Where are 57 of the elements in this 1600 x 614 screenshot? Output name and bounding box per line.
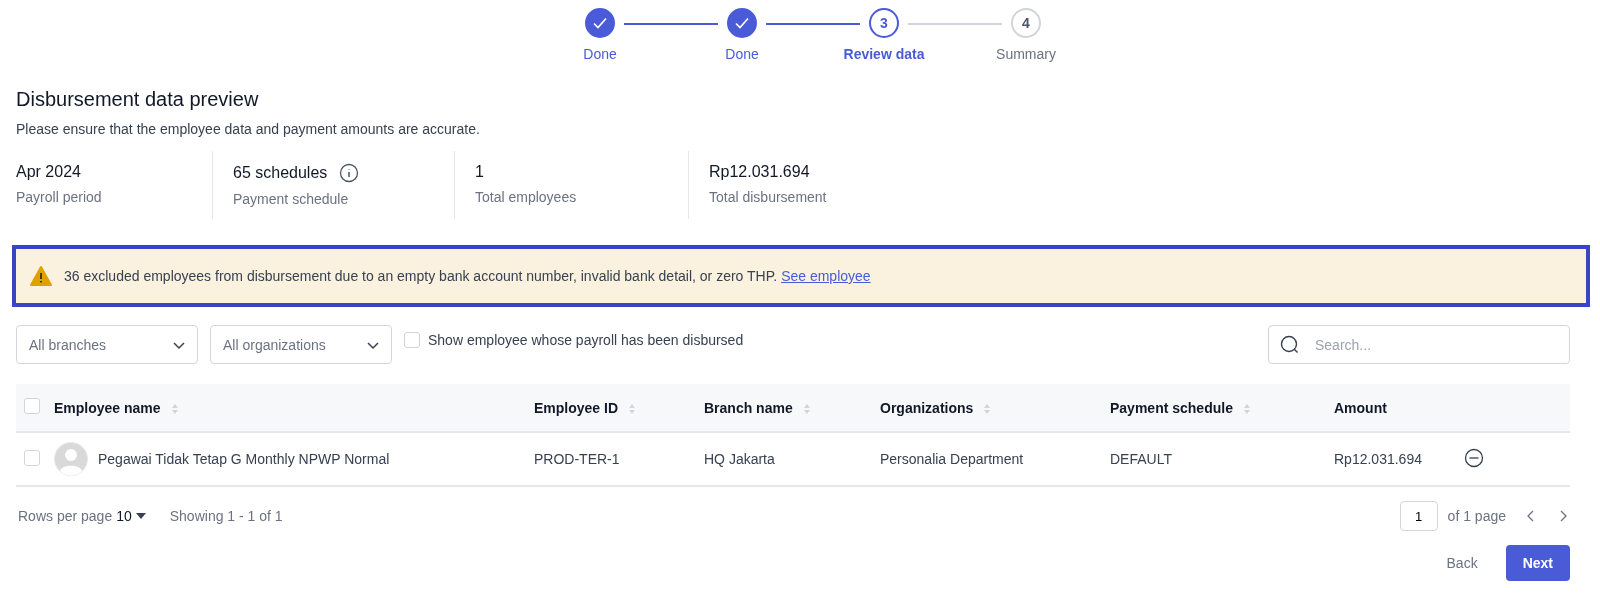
- table-cell: PROD-TER-1: [534, 451, 620, 467]
- info-icon[interactable]: [339, 163, 360, 183]
- table-cell: Personalia Department: [880, 451, 1024, 467]
- search-field[interactable]: Search...: [1268, 325, 1570, 364]
- step-label: Review data: [843, 46, 925, 62]
- step-label: Done: [725, 46, 759, 62]
- column-header: Branch name: [704, 399, 793, 416]
- table-cell: HQ Jakarta: [704, 451, 775, 467]
- rows-per-page-dropdown[interactable]: 10: [116, 508, 146, 524]
- checkbox[interactable]: [404, 331, 420, 348]
- filter-dropdown[interactable]: All branches: [16, 325, 198, 364]
- see-employee-link[interactable]: See employee: [781, 268, 871, 284]
- back-button[interactable]: Back: [1434, 547, 1490, 579]
- search-icon: [1280, 335, 1300, 355]
- stat-value: Rp12.031.694: [709, 163, 810, 181]
- column-header: Organizations: [880, 399, 974, 416]
- page-total: of 1 page: [1447, 508, 1506, 524]
- filter-dropdown[interactable]: All organizations: [210, 325, 392, 364]
- page-title: Disbursement data preview: [16, 88, 260, 111]
- step-label: Summary: [996, 46, 1056, 62]
- stat-label: Payroll period: [16, 189, 103, 205]
- step-marker: 3: [869, 8, 899, 38]
- caret-icon: [135, 513, 146, 519]
- checkbox-label: Show employee whose payroll has been disbursed: [428, 331, 744, 348]
- warning-message: 36 excluded employees from disbursement due to an empty bank account number, invalid bank detail, or zero THP. See employee: [64, 268, 871, 284]
- page-subtitle: Please ensure that the employee data and payment amounts are accurate.: [16, 121, 481, 137]
- sort-icon: [1242, 402, 1251, 415]
- column-header: Employee ID: [534, 399, 619, 416]
- stat-value: Apr 2024: [16, 163, 81, 181]
- stat-label: Total disbursement: [709, 189, 828, 205]
- stat-value: 65 schedules: [233, 164, 328, 182]
- checkbox[interactable]: [24, 398, 40, 414]
- table-cell: DEFAULT: [1110, 451, 1172, 467]
- remove-icon[interactable]: [1464, 447, 1484, 468]
- stat-label: Total employees: [475, 189, 578, 205]
- stat-label: Payment schedule: [233, 191, 350, 207]
- step-label: Done: [583, 46, 617, 62]
- sort-icon: [983, 402, 992, 415]
- column-header: Employee name: [54, 399, 161, 416]
- warning-icon: [30, 266, 52, 286]
- column-header: Payment schedule: [1110, 399, 1233, 416]
- sort-icon: [628, 402, 637, 415]
- check-icon: [734, 15, 750, 31]
- next-button[interactable]: Next: [1505, 545, 1570, 581]
- column-header: Amount: [1334, 399, 1387, 416]
- rows-per-page-label: Rows per page: [18, 508, 113, 524]
- avatar-icon: [54, 442, 88, 476]
- step-marker: 4: [1011, 8, 1041, 38]
- sort-icon: [170, 402, 179, 415]
- showing-count: Showing 1 - 1 of 1: [169, 508, 283, 524]
- check-icon: [592, 15, 608, 31]
- sort-icon: [802, 402, 811, 415]
- page-input[interactable]: 1: [1399, 501, 1438, 531]
- table-cell: Rp12.031.694: [1334, 451, 1422, 467]
- table-cell: Pegawai Tidak Tetap G Monthly NPWP Normal: [98, 451, 390, 467]
- stat-value: 1: [475, 163, 484, 181]
- checkbox[interactable]: [24, 449, 40, 466]
